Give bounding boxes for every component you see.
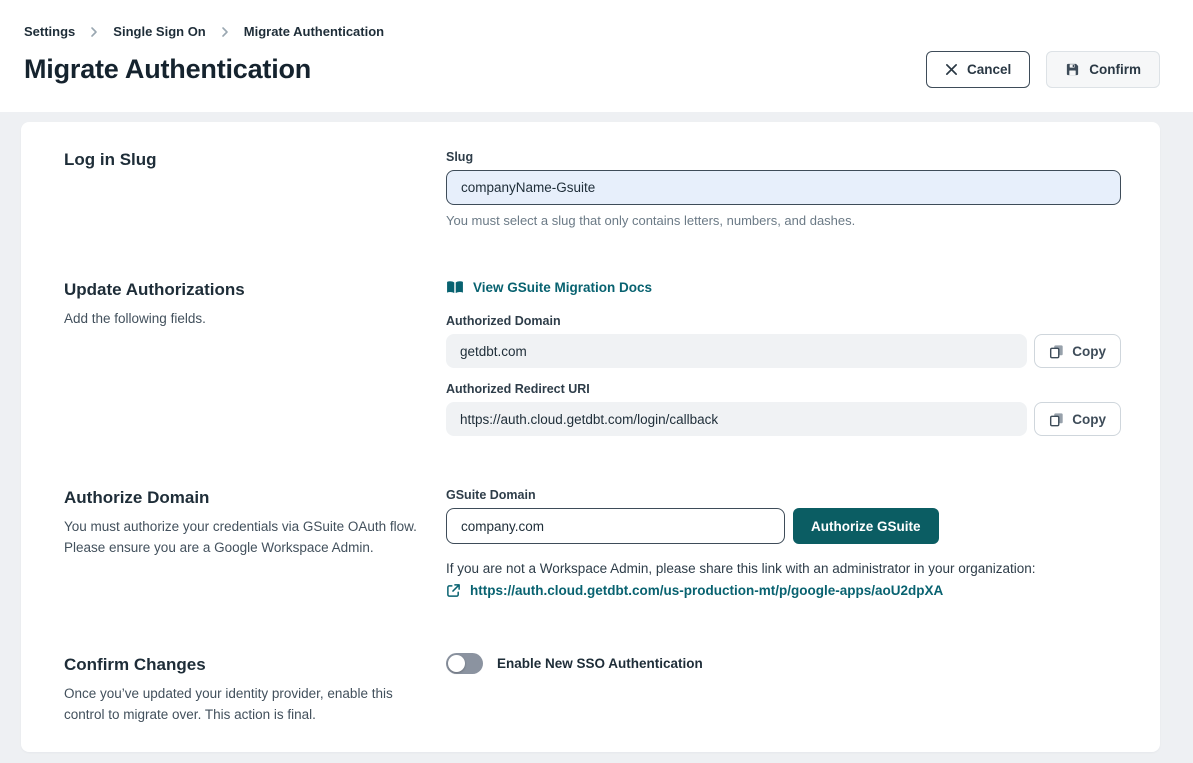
breadcrumb-settings[interactable]: Settings — [24, 24, 75, 39]
copy-icon — [1049, 344, 1064, 359]
breadcrumb-single-sign-on[interactable]: Single Sign On — [113, 24, 205, 39]
close-icon — [945, 63, 958, 76]
slug-helper-text: You must select a slug that only contain… — [446, 213, 1121, 228]
login-slug-section: Log in Slug Slug You must select a slug … — [64, 150, 1121, 228]
enable-sso-toggle[interactable] — [446, 653, 483, 674]
gsuite-domain-label: GSuite Domain — [446, 488, 1121, 502]
update-authorizations-description: Add the following fields. — [64, 309, 424, 330]
confirm-changes-description: Once you’ve updated your identity provid… — [64, 684, 424, 726]
copy-button-label: Copy — [1072, 412, 1106, 427]
cancel-button-label: Cancel — [967, 62, 1011, 77]
migrate-authentication-card: Log in Slug Slug You must select a slug … — [21, 122, 1160, 752]
page-header: Settings Single Sign On Migrate Authenti… — [0, 0, 1193, 112]
cancel-button[interactable]: Cancel — [926, 51, 1030, 88]
chevron-right-icon — [89, 26, 99, 38]
authorized-domain-label: Authorized Domain — [446, 314, 1121, 328]
authorized-domain-value: getdbt.com — [446, 334, 1027, 368]
page-title: Migrate Authentication — [24, 54, 311, 85]
book-icon — [446, 280, 464, 295]
chevron-right-icon — [220, 26, 230, 38]
copy-icon — [1049, 412, 1064, 427]
update-authorizations-heading: Update Authorizations — [64, 280, 424, 300]
workspace-admin-share-text: If you are not a Workspace Admin, please… — [446, 561, 1121, 576]
save-icon — [1065, 62, 1080, 77]
toggle-knob — [448, 655, 465, 672]
slug-label: Slug — [446, 150, 1121, 164]
login-slug-heading: Log in Slug — [64, 150, 424, 170]
google-apps-share-link[interactable]: https://auth.cloud.getdbt.com/us-product… — [446, 583, 943, 598]
authorized-redirect-uri-value: https://auth.cloud.getdbt.com/login/call… — [446, 402, 1027, 436]
gsuite-domain-input[interactable] — [446, 508, 785, 544]
header-actions: Cancel Confirm — [926, 51, 1160, 88]
confirm-button[interactable]: Confirm — [1046, 51, 1160, 88]
breadcrumb: Settings Single Sign On Migrate Authenti… — [24, 24, 1160, 39]
update-authorizations-section: Update Authorizations Add the following … — [64, 280, 1121, 436]
copy-button-label: Copy — [1072, 344, 1106, 359]
authorize-domain-section: Authorize Domain You must authorize your… — [64, 488, 1121, 603]
slug-input[interactable] — [446, 170, 1121, 205]
gsuite-migration-docs-link[interactable]: View GSuite Migration Docs — [446, 280, 652, 295]
authorized-redirect-uri-label: Authorized Redirect URI — [446, 382, 1121, 396]
confirm-changes-heading: Confirm Changes — [64, 655, 424, 675]
copy-redirect-uri-button[interactable]: Copy — [1034, 402, 1121, 436]
authorize-gsuite-button[interactable]: Authorize GSuite — [793, 508, 939, 544]
authorize-domain-heading: Authorize Domain — [64, 488, 424, 508]
confirm-button-label: Confirm — [1089, 62, 1141, 77]
copy-authorized-domain-button[interactable]: Copy — [1034, 334, 1121, 368]
confirm-changes-section: Confirm Changes Once you’ve updated your… — [64, 655, 1121, 726]
authorize-domain-description: You must authorize your credentials via … — [64, 517, 424, 559]
google-apps-share-link-label: https://auth.cloud.getdbt.com/us-product… — [470, 583, 943, 598]
gsuite-migration-docs-link-label: View GSuite Migration Docs — [473, 280, 652, 295]
enable-sso-toggle-label: Enable New SSO Authentication — [497, 656, 703, 671]
external-link-icon — [446, 583, 461, 598]
breadcrumb-migrate-authentication: Migrate Authentication — [244, 24, 384, 39]
